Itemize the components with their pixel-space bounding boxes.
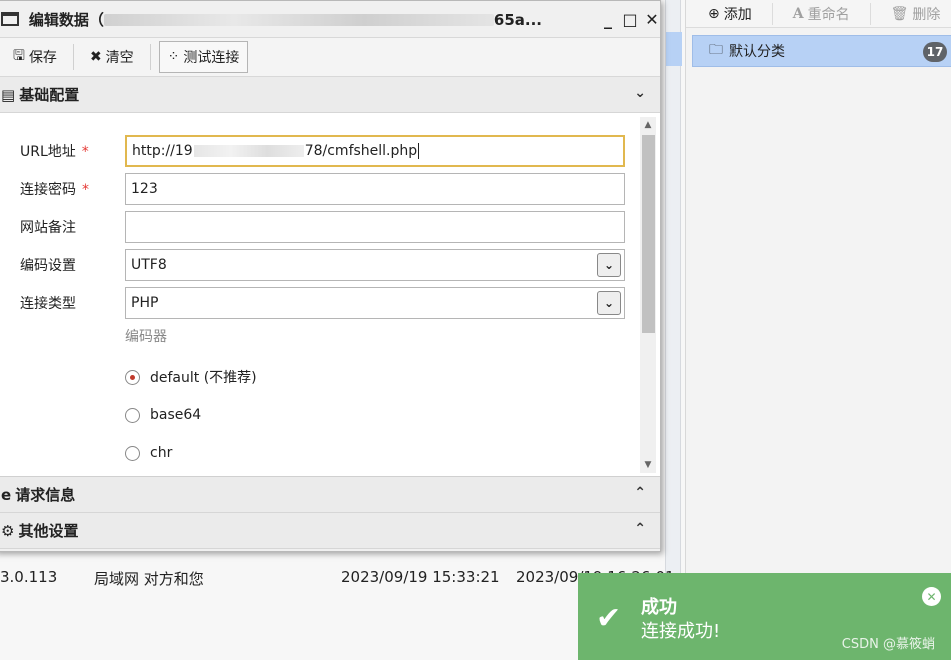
conn-type-row: 连接类型 PHP ⌄ (20, 287, 625, 319)
section-other-settings[interactable]: ⚙ 其他设置 ⌃ (0, 513, 660, 549)
redacted-text (103, 14, 494, 26)
url-row: URL地址 * http://19 78/cmfshell.php (20, 135, 625, 167)
chevron-down-icon[interactable]: ⌄ (597, 253, 621, 277)
note-input[interactable] (125, 211, 625, 243)
font-icon: A (792, 5, 804, 22)
test-connection-button[interactable]: ⁘ 测试连接 (158, 41, 249, 73)
success-toast: ✔ 成功 连接成功! ✕ CSDN @慕筱蛸 (578, 573, 951, 660)
delete-category-button[interactable]: 🗑 删除 (891, 4, 941, 24)
row-location: 局域网 对方和您 (94, 570, 204, 588)
radio[interactable] (125, 407, 140, 423)
folder-icon: 🗀 (709, 42, 723, 58)
document-icon: ▤ (1, 85, 16, 104)
add-category-button[interactable]: ⊕ 添加 (708, 4, 752, 24)
encoder-option-chr[interactable]: chr (125, 442, 172, 464)
x-icon: ✖ (89, 49, 102, 65)
dialog-title: 编辑数据（ 65a... (28, 10, 542, 29)
category-count-badge: 17 (923, 42, 947, 62)
category-panel: ⊕ 添加 A 重命名 🗑 删除 🗀 默认分类 17 (685, 0, 951, 660)
ie-icon: e (1, 485, 12, 504)
scroll-down-icon[interactable]: ▼ (640, 457, 656, 473)
minimize-button[interactable]: _ (600, 10, 616, 29)
category-toolbar: ⊕ 添加 A 重命名 🗑 删除 (686, 0, 951, 28)
category-item-default[interactable]: 🗀 默认分类 17 (692, 35, 951, 67)
scroll-up-icon[interactable]: ▲ (640, 117, 656, 133)
conn-type-select[interactable]: PHP ⌄ (125, 287, 625, 319)
section-basic-config[interactable]: ▤ 基础配置 ⌄ (0, 77, 660, 113)
radio[interactable] (125, 445, 140, 461)
gears-icon: ⚙ (1, 521, 15, 540)
form-scrollbar[interactable]: ▲ ▼ (640, 117, 656, 473)
note-row: 网站备注 (20, 211, 625, 243)
encoder-option-default[interactable]: default (不推荐) (125, 366, 257, 388)
list-strip (665, 0, 682, 660)
toast-title: 成功 (641, 597, 677, 618)
row-created: 2023/09/19 15:33:21 (341, 568, 500, 586)
url-input[interactable]: http://19 78/cmfshell.php (125, 135, 625, 167)
rename-category-button[interactable]: A 重命名 (793, 4, 850, 24)
chevron-down-icon[interactable]: ⌄ (597, 291, 621, 315)
password-row: 连接密码 * 123 (20, 173, 625, 205)
chevron-up-icon: ⌃ (634, 521, 646, 537)
chevron-up-icon: ⌃ (634, 485, 646, 501)
maximize-button[interactable]: □ (622, 10, 638, 29)
check-icon: ✔ (596, 601, 622, 636)
selected-row-highlight (666, 32, 682, 66)
dialog-titlebar[interactable]: 编辑数据（ 65a... _ □ ✕ (0, 1, 660, 37)
save-icon: 🖫 (13, 48, 25, 64)
radio-selected[interactable] (125, 369, 140, 385)
redacted-text (193, 145, 304, 157)
close-icon[interactable]: ✕ (922, 587, 941, 606)
encoder-label: 编码器 (125, 329, 167, 345)
scroll-thumb[interactable] (642, 135, 655, 333)
encoding-row: 编码设置 UTF8 ⌄ (20, 249, 625, 281)
app-window: ⊕ 添加 A 重命名 🗑 删除 🗀 默认分类 17 3.0.113 局域网 对方… (0, 0, 951, 660)
edit-data-dialog: 编辑数据（ 65a... _ □ ✕ 🖫 保存 ✖ 清空 ⁘ 测试连接 ▤ 基础… (0, 0, 661, 552)
encoder-option-base64[interactable]: base64 (125, 404, 201, 426)
save-button[interactable]: 🖫 保存 (5, 41, 65, 73)
trash-icon: 🗑 (890, 5, 909, 22)
watermark: CSDN @慕筱蛸 (841, 637, 935, 652)
close-button[interactable]: ✕ (644, 10, 660, 29)
toast-message: 连接成功! (641, 621, 721, 642)
spinner-icon: ⁘ (167, 49, 180, 65)
encoding-select[interactable]: UTF8 ⌄ (125, 249, 625, 281)
row-ip: 3.0.113 (0, 568, 58, 586)
section-request-info[interactable]: e 请求信息 ⌃ (0, 477, 660, 513)
chevron-down-icon: ⌄ (634, 85, 646, 101)
window-icon (1, 12, 19, 26)
plus-circle-icon: ⊕ (708, 5, 720, 22)
basic-config-form: URL地址 * http://19 78/cmfshell.php 连接密码 * 12… (0, 113, 660, 477)
password-input[interactable]: 123 (125, 173, 625, 205)
dialog-toolbar: 🖫 保存 ✖ 清空 ⁘ 测试连接 (0, 37, 660, 77)
clear-button[interactable]: ✖ 清空 (82, 43, 142, 71)
